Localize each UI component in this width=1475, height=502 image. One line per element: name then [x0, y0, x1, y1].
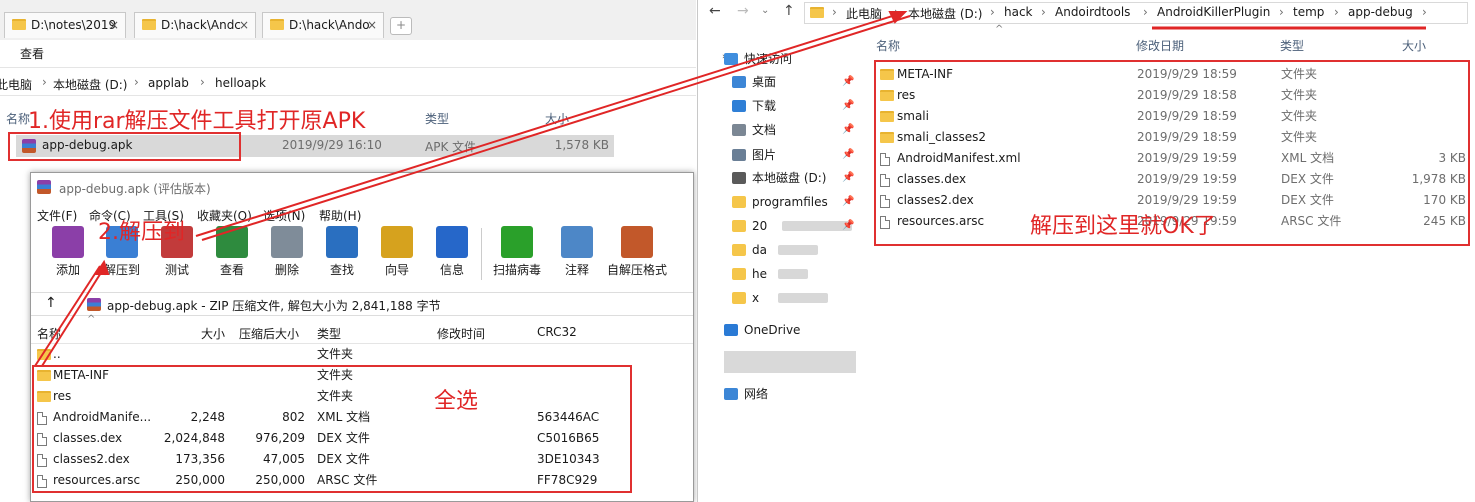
annotation-select-all: 全选 [434, 389, 479, 414]
redbox-apk-file [8, 132, 241, 161]
arrow-to-extract-button [34, 265, 101, 367]
arrowhead-drive [888, 11, 908, 24]
redbox-select-all [32, 365, 632, 493]
arrow-to-extract-button-b [41, 267, 105, 367]
annotation-step1: 1.使用rar解压文件工具打开原APK [28, 109, 366, 134]
annotation-step2: 2.解压到 [98, 220, 185, 245]
annotation-done: 解压到这里就OK了 [1030, 214, 1216, 239]
